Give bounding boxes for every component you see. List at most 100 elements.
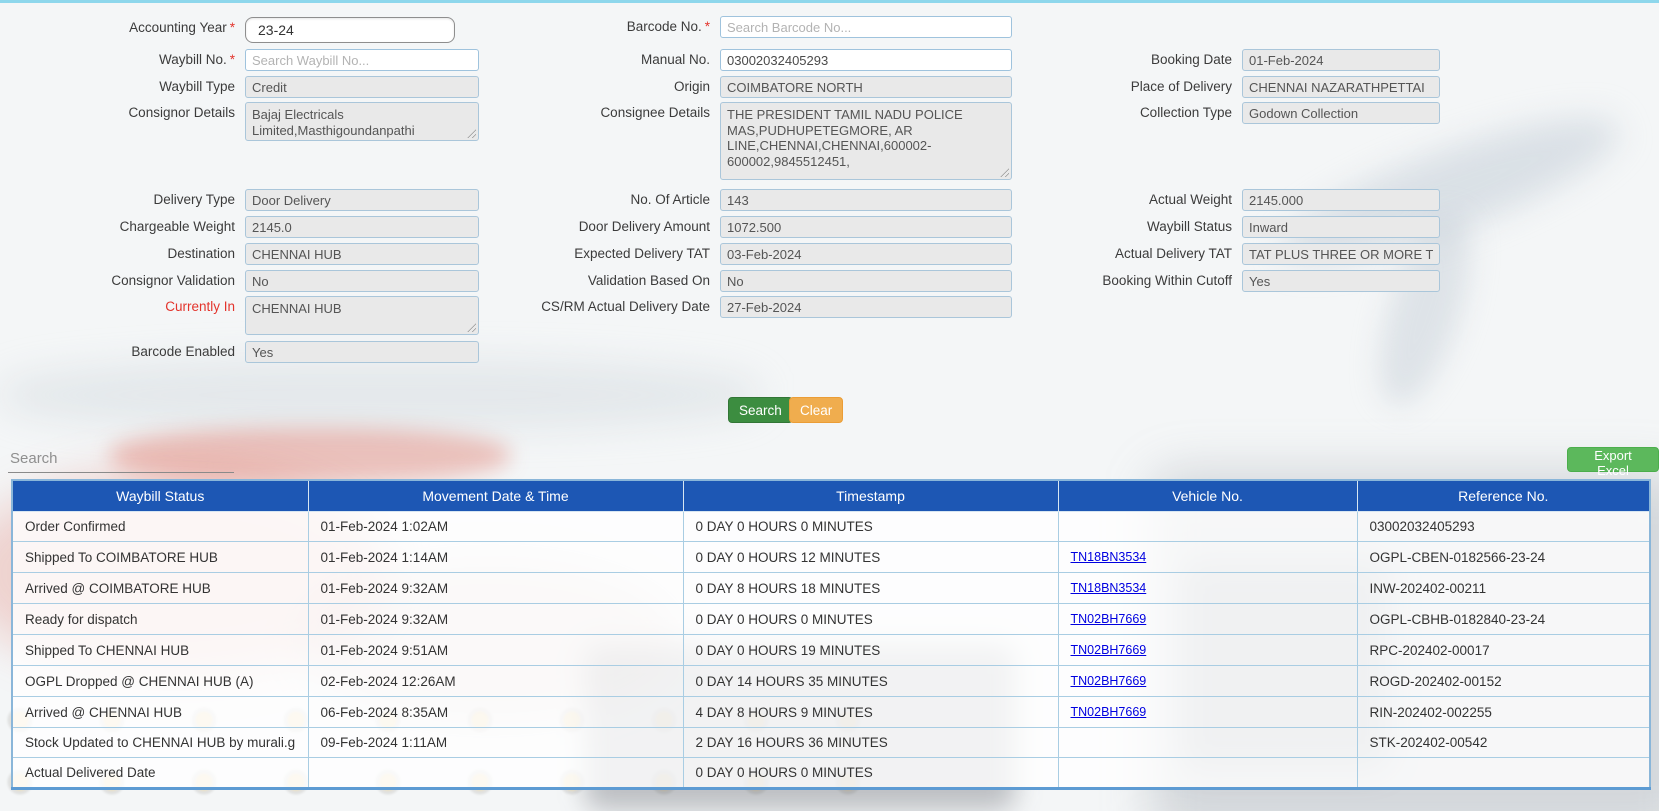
cell-reference-no: RIN-202402-002255 xyxy=(1357,697,1650,728)
field-delivery-type: Delivery Type xyxy=(10,189,479,211)
cell-vehicle-no: TN02BH7669 xyxy=(1058,697,1357,728)
movement-table: Waybill Status Movement Date & Time Time… xyxy=(11,479,1651,790)
search-button[interactable]: Search xyxy=(728,397,793,423)
cell-waybill-status: Order Confirmed xyxy=(12,512,308,542)
cell-reference-no: OGPL-CBEN-0182566-23-24 xyxy=(1357,542,1650,573)
cell-waybill-status: Ready for dispatch xyxy=(12,604,308,635)
vehicle-link[interactable]: TN02BH7669 xyxy=(1071,705,1147,719)
cell-timestamp: 0 DAY 8 HOURS 18 MINUTES xyxy=(683,573,1058,604)
manual-no-input[interactable] xyxy=(720,49,1012,71)
expected-delivery-tat-label: Expected Delivery TAT xyxy=(486,243,710,265)
waybill-status-input xyxy=(1242,216,1440,238)
cell-vehicle-no: TN18BN3534 xyxy=(1058,573,1357,604)
door-delivery-amount-label: Door Delivery Amount xyxy=(486,216,710,238)
table-header-row: Waybill Status Movement Date & Time Time… xyxy=(12,480,1650,512)
field-barcode-no: Barcode No.* xyxy=(486,16,1012,38)
field-origin: Origin xyxy=(486,76,1012,98)
actual-delivery-tat-input xyxy=(1242,243,1440,265)
field-booking-within-cutoff: Booking Within Cutoff xyxy=(1008,270,1440,292)
field-waybill-no: Waybill No.* xyxy=(10,49,479,71)
field-collection-type: Collection Type xyxy=(1008,102,1440,124)
waybill-no-input[interactable] xyxy=(245,49,479,71)
cell-movement-datetime: 01-Feb-2024 1:02AM xyxy=(308,512,683,542)
field-consignee-details: Consignee Details THE PRESIDENT TAMIL NA… xyxy=(486,102,1012,180)
top-accent-line xyxy=(0,0,1659,3)
table-search-input[interactable] xyxy=(8,444,234,473)
field-door-delivery-amount: Door Delivery Amount xyxy=(486,216,1012,238)
required-asterisk: * xyxy=(230,52,235,67)
cell-timestamp: 0 DAY 0 HOURS 19 MINUTES xyxy=(683,635,1058,666)
field-waybill-type: Waybill Type xyxy=(10,76,479,98)
field-actual-weight: Actual Weight xyxy=(1008,189,1440,211)
field-chargeable-weight: Chargeable Weight xyxy=(10,216,479,238)
field-destination: Destination xyxy=(10,243,479,265)
cell-vehicle-no xyxy=(1058,728,1357,758)
table-row: Order Confirmed01-Feb-2024 1:02AM0 DAY 0… xyxy=(12,512,1650,542)
waybill-tracking-page: Accounting Year* 23-24 Waybill No.* Wayb… xyxy=(0,0,1659,811)
field-accounting-year: Accounting Year* 23-24 xyxy=(10,17,455,43)
csrm-actual-delivery-date-label: CS/RM Actual Delivery Date xyxy=(486,296,710,318)
col-header-movement-datetime: Movement Date & Time xyxy=(308,480,683,512)
place-of-delivery-label: Place of Delivery xyxy=(1008,76,1232,98)
field-actual-delivery-tat: Actual Delivery TAT xyxy=(1008,243,1440,265)
table-row: Shipped To CHENNAI HUB01-Feb-2024 9:51AM… xyxy=(12,635,1650,666)
clear-button[interactable]: Clear xyxy=(789,397,843,423)
cell-vehicle-no xyxy=(1058,758,1357,789)
barcode-enabled-label: Barcode Enabled xyxy=(10,341,235,363)
validation-based-on-label: Validation Based On xyxy=(486,270,710,292)
cell-waybill-status: Arrived @ CHENNAI HUB xyxy=(12,697,308,728)
cell-movement-datetime: 06-Feb-2024 8:35AM xyxy=(308,697,683,728)
collection-type-input xyxy=(1242,102,1440,124)
cell-waybill-status: Stock Updated to CHENNAI HUB by murali.g xyxy=(12,728,308,758)
table-row: Arrived @ COIMBATORE HUB01-Feb-2024 9:32… xyxy=(12,573,1650,604)
vehicle-link[interactable]: TN02BH7669 xyxy=(1071,643,1147,657)
cell-movement-datetime: 01-Feb-2024 9:32AM xyxy=(308,604,683,635)
cell-movement-datetime: 09-Feb-2024 1:11AM xyxy=(308,728,683,758)
cell-vehicle-no: TN02BH7669 xyxy=(1058,604,1357,635)
barcode-no-input[interactable] xyxy=(720,16,1012,38)
cell-movement-datetime xyxy=(308,758,683,789)
field-expected-delivery-tat: Expected Delivery TAT xyxy=(486,243,1012,265)
export-excel-button[interactable]: Export Excel xyxy=(1567,447,1659,472)
cell-reference-no xyxy=(1357,758,1650,789)
booking-date-input xyxy=(1242,49,1440,71)
vehicle-link[interactable]: TN02BH7669 xyxy=(1071,674,1147,688)
cell-vehicle-no: TN02BH7669 xyxy=(1058,666,1357,697)
vehicle-link[interactable]: TN02BH7669 xyxy=(1071,612,1147,626)
waybill-no-label: Waybill No.* xyxy=(10,49,235,71)
cell-reference-no: ROGD-202402-00152 xyxy=(1357,666,1650,697)
cell-movement-datetime: 01-Feb-2024 1:14AM xyxy=(308,542,683,573)
waybill-type-input xyxy=(245,76,479,98)
crane-watermark xyxy=(0,360,760,430)
no-of-article-label: No. Of Article xyxy=(486,189,710,211)
accounting-year-select[interactable]: 23-24 xyxy=(245,17,455,43)
vehicle-link[interactable]: TN18BN3534 xyxy=(1071,550,1147,564)
field-currently-in: Currently In CHENNAI HUB xyxy=(10,296,479,335)
currently-in-textarea[interactable]: CHENNAI HUB xyxy=(245,296,479,335)
table-row: Ready for dispatch01-Feb-2024 9:32AM0 DA… xyxy=(12,604,1650,635)
waybill-status-label: Waybill Status xyxy=(1008,216,1232,238)
field-place-of-delivery: Place of Delivery xyxy=(1008,76,1440,98)
cell-timestamp: 2 DAY 16 HOURS 36 MINUTES xyxy=(683,728,1058,758)
consignee-details-textarea[interactable]: THE PRESIDENT TAMIL NADU POLICE MAS,PUDH… xyxy=(720,102,1012,180)
consignee-details-label: Consignee Details xyxy=(486,102,710,124)
vehicle-link[interactable]: TN18BN3534 xyxy=(1071,581,1147,595)
table-row: Actual Delivered Date0 DAY 0 HOURS 0 MIN… xyxy=(12,758,1650,789)
field-manual-no: Manual No. xyxy=(486,49,1012,71)
field-booking-date: Booking Date xyxy=(1008,49,1440,71)
place-of-delivery-input xyxy=(1242,76,1440,98)
table-row: Shipped To COIMBATORE HUB01-Feb-2024 1:1… xyxy=(12,542,1650,573)
cell-movement-datetime: 01-Feb-2024 9:32AM xyxy=(308,573,683,604)
barcode-enabled-input xyxy=(245,341,479,363)
chargeable-weight-input xyxy=(245,216,479,238)
consignor-details-textarea[interactable]: Bajaj Electricals Limited,Masthigoundanp… xyxy=(245,102,479,141)
field-waybill-status: Waybill Status xyxy=(1008,216,1440,238)
origin-label: Origin xyxy=(486,76,710,98)
waybill-type-label: Waybill Type xyxy=(10,76,235,98)
consignor-validation-input xyxy=(245,270,479,292)
cell-reference-no: RPC-202402-00017 xyxy=(1357,635,1650,666)
manual-no-label: Manual No. xyxy=(486,49,710,71)
col-header-waybill-status: Waybill Status xyxy=(12,480,308,512)
field-barcode-enabled: Barcode Enabled xyxy=(10,341,479,363)
cell-vehicle-no: TN02BH7669 xyxy=(1058,635,1357,666)
